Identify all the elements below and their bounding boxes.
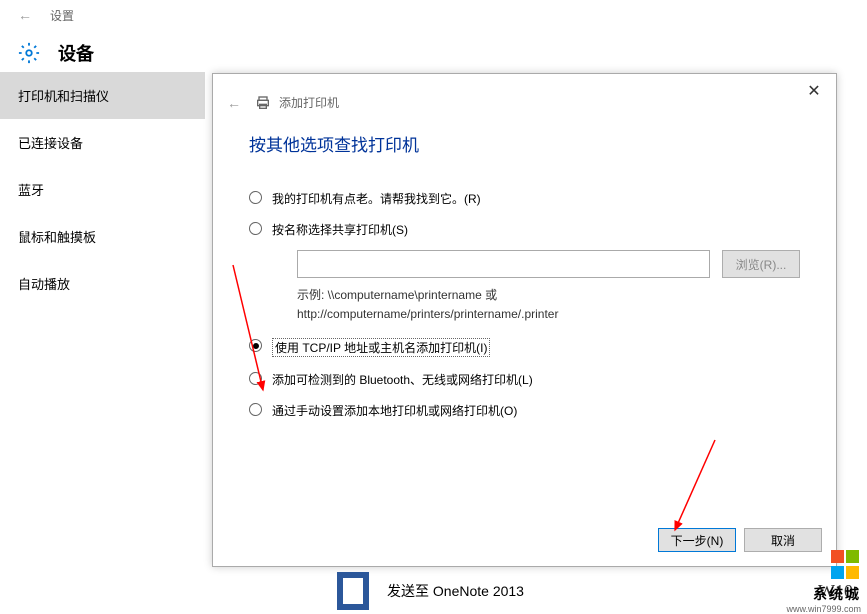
radio-label: 通过手动设置添加本地打印机或网络打印机(O)	[272, 402, 517, 419]
watermark: 系统城 www.win7999.com	[786, 550, 861, 614]
radio-icon[interactable]	[249, 191, 262, 204]
onenote-icon	[337, 572, 369, 610]
onenote-label: 发送至 OneNote 2013	[387, 581, 524, 601]
radio-icon[interactable]	[249, 339, 262, 352]
onenote-item[interactable]: 发送至 OneNote 2013	[337, 572, 524, 610]
add-printer-dialog: ✕ ← 添加打印机 按其他选项查找打印机 我的打印机有点老。请帮我找到它。(R)	[212, 73, 837, 567]
browse-button[interactable]: 浏览(R)...	[722, 250, 800, 278]
example-text: 示例: \\computername\printername 或 http://…	[297, 286, 800, 324]
sidebar-item-autoplay[interactable]: 自动播放	[0, 260, 205, 307]
radio-by-name[interactable]: 按名称选择共享打印机(S)	[249, 221, 800, 238]
radio-label: 添加可检测到的 Bluetooth、无线或网络打印机(L)	[272, 371, 533, 388]
radio-bluetooth[interactable]: 添加可检测到的 Bluetooth、无线或网络打印机(L)	[249, 371, 800, 388]
dialog-heading: 按其他选项查找打印机	[249, 131, 800, 156]
close-icon[interactable]: ✕	[806, 84, 822, 100]
printer-icon	[255, 95, 271, 111]
radio-icon[interactable]	[249, 372, 262, 385]
radio-icon[interactable]	[249, 222, 262, 235]
gear-icon	[18, 42, 40, 64]
dialog-title: 添加打印机	[279, 94, 339, 111]
sidebar-item-connected[interactable]: 已连接设备	[0, 119, 205, 166]
sidebar-item-bluetooth[interactable]: 蓝牙	[0, 166, 205, 213]
sidebar-item-printers[interactable]: 打印机和扫描仪	[0, 72, 205, 119]
radio-old-printer[interactable]: 我的打印机有点老。请帮我找到它。(R)	[249, 190, 800, 207]
settings-breadcrumb: 设置	[50, 7, 74, 24]
watermark-title: 系统城	[786, 584, 861, 604]
cancel-button[interactable]: 取消	[744, 528, 822, 552]
watermark-url: www.win7999.com	[786, 604, 861, 614]
radio-icon[interactable]	[249, 403, 262, 416]
radio-manual[interactable]: 通过手动设置添加本地打印机或网络打印机(O)	[249, 402, 800, 419]
page-title: 设备	[58, 40, 94, 66]
dialog-back-arrow-icon[interactable]: ←	[227, 95, 241, 111]
radio-tcpip[interactable]: 使用 TCP/IP 地址或主机名添加打印机(I)	[249, 338, 800, 357]
sidebar-item-mouse[interactable]: 鼠标和触摸板	[0, 213, 205, 260]
radio-label: 按名称选择共享打印机(S)	[272, 221, 408, 238]
sidebar: 打印机和扫描仪 已连接设备 蓝牙 鼠标和触摸板 自动播放	[0, 72, 205, 307]
back-arrow-icon[interactable]: ←	[18, 7, 32, 23]
share-name-input[interactable]	[297, 250, 710, 278]
next-button[interactable]: 下一步(N)	[658, 528, 736, 552]
radio-label: 我的打印机有点老。请帮我找到它。(R)	[272, 190, 481, 207]
watermark-logo-icon	[831, 550, 861, 580]
radio-label: 使用 TCP/IP 地址或主机名添加打印机(I)	[272, 338, 490, 357]
